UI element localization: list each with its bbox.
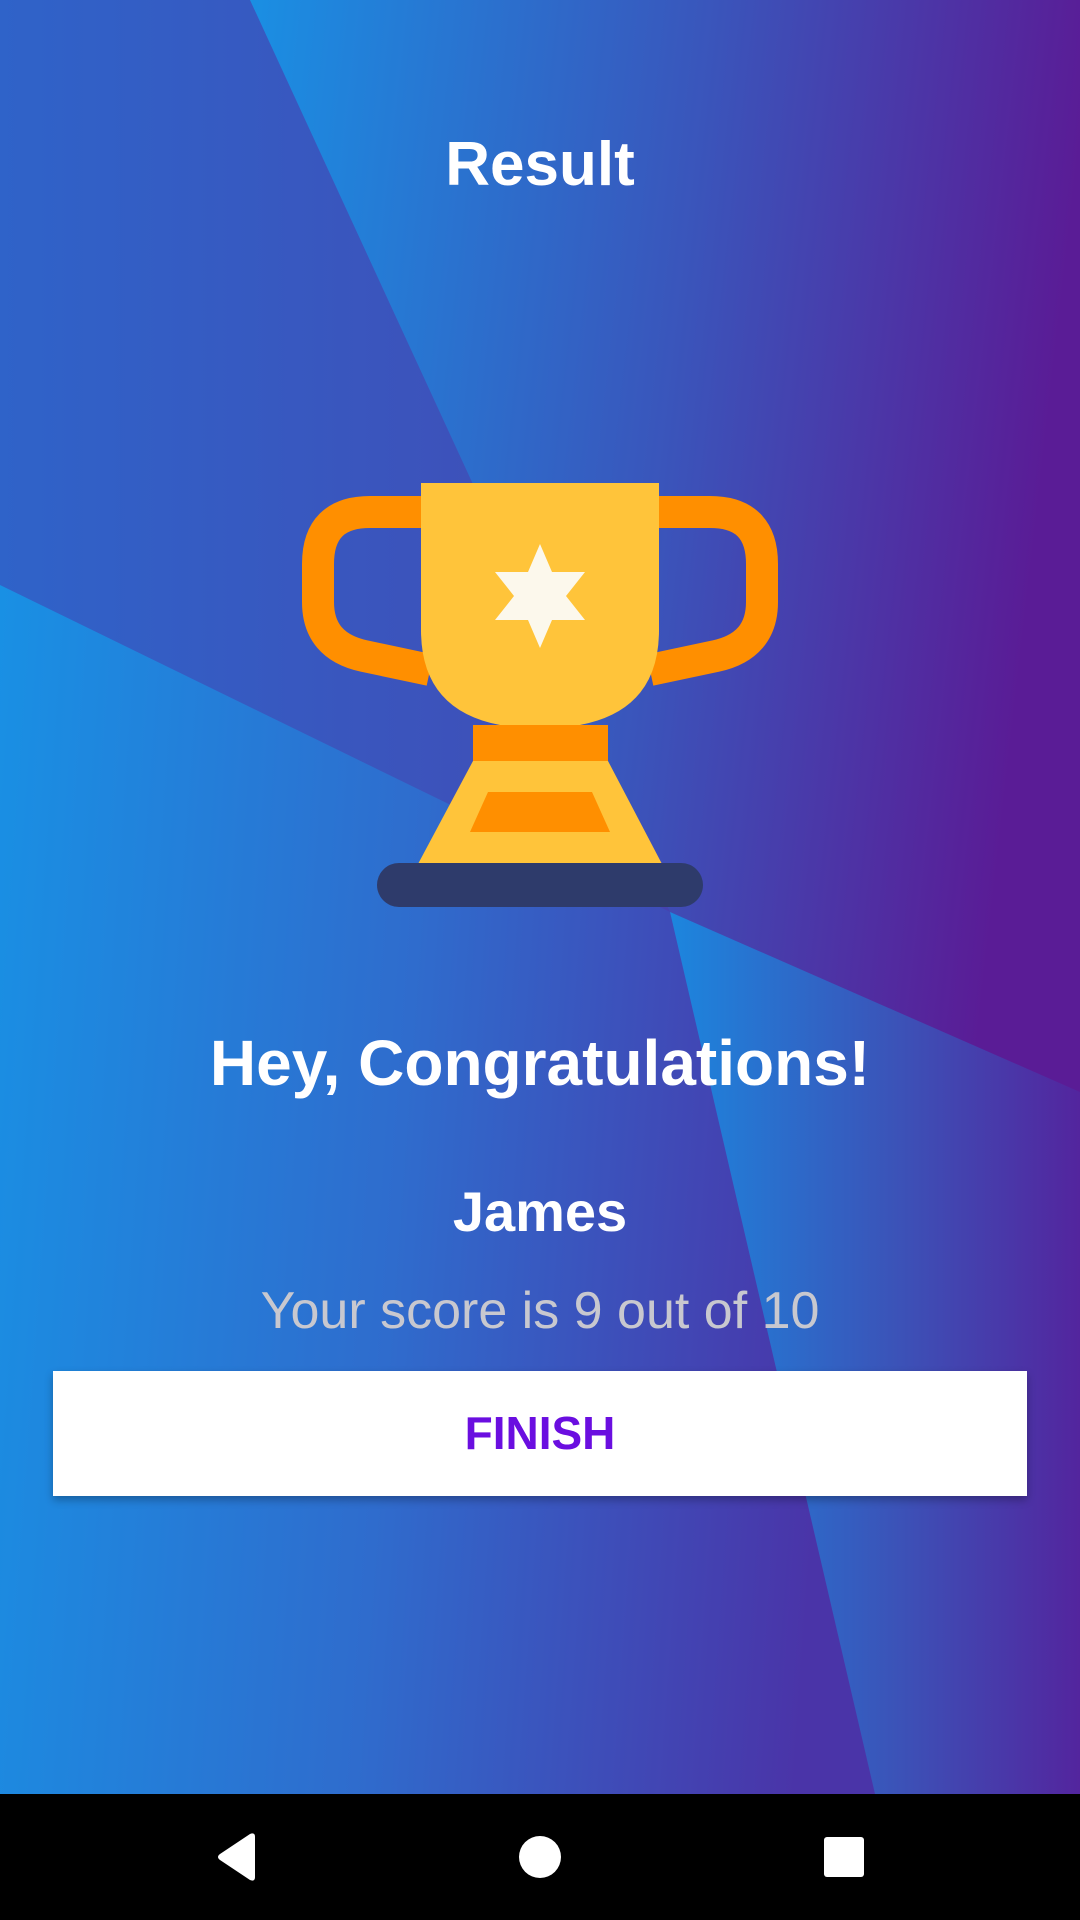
result-screen: Result Hey, Congratulations! James Your … [0, 0, 1080, 1920]
congratulations-message: Hey, Congratulations! [209, 1027, 871, 1099]
back-icon [218, 1833, 255, 1881]
recent-apps-icon [824, 1837, 864, 1877]
recent-apps-button[interactable] [764, 1794, 924, 1920]
page-title: Result [445, 130, 635, 199]
home-icon [519, 1836, 561, 1878]
player-name: James [452, 1180, 628, 1243]
system-navigation-bar [0, 1794, 1080, 1920]
back-button[interactable] [156, 1794, 316, 1920]
trophy-icon [290, 470, 790, 910]
finish-button[interactable]: FINISH [53, 1371, 1027, 1496]
score-text: Your score is 9 out of 10 [260, 1282, 820, 1340]
home-button[interactable] [460, 1794, 620, 1920]
